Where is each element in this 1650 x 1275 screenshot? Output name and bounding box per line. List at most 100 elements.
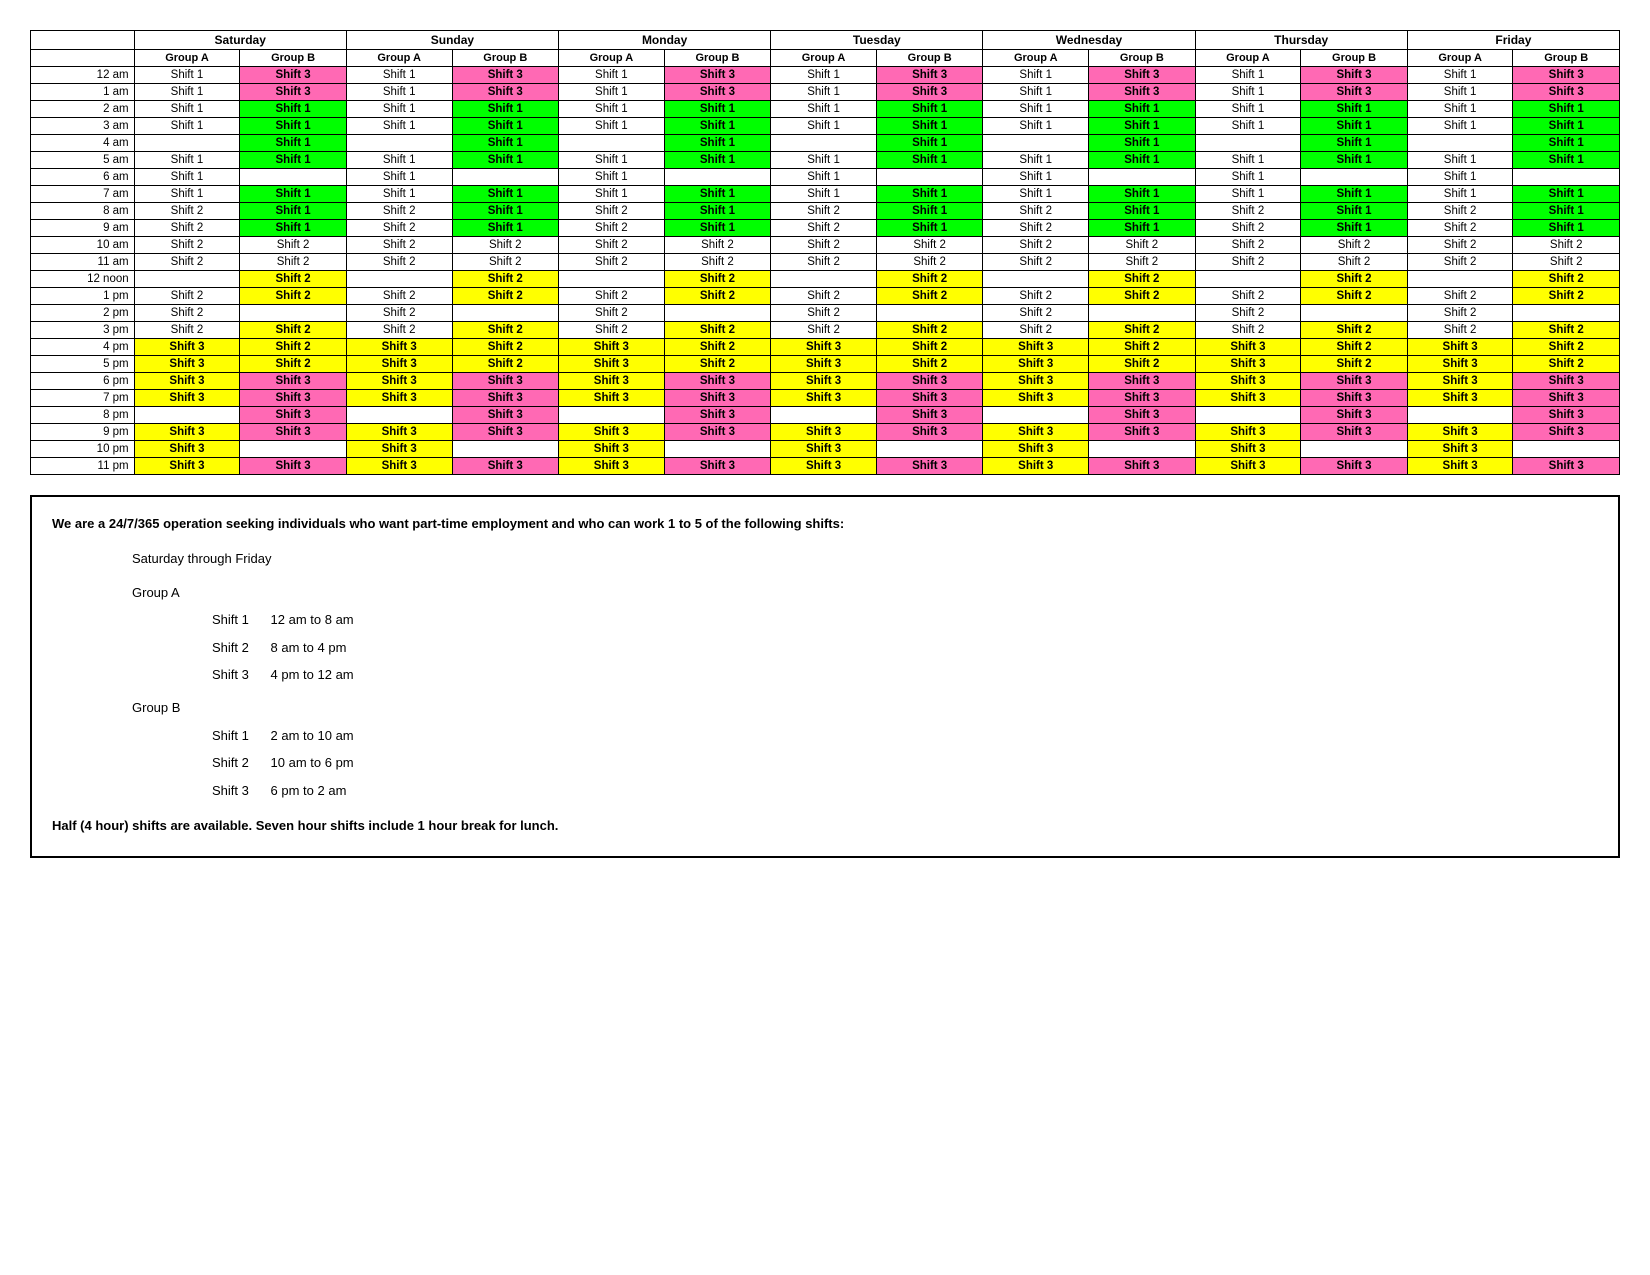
cell: Shift 2 — [240, 356, 347, 373]
info-groupB: Group B — [132, 696, 1598, 719]
cell: Shift 2 — [664, 356, 771, 373]
cell: Shift 3 — [559, 373, 665, 390]
time-9pm: 9 pm — [31, 424, 135, 441]
time-10pm: 10 pm — [31, 441, 135, 458]
time-8am: 8 am — [31, 203, 135, 220]
cell: Shift 1 — [240, 135, 347, 152]
cell: Shift 3 — [134, 356, 240, 373]
cell — [346, 407, 452, 424]
cell: Shift 3 — [1301, 424, 1408, 441]
cell: Shift 3 — [1089, 373, 1196, 390]
cell: Shift 2 — [452, 254, 559, 271]
cell: Shift 3 — [134, 424, 240, 441]
cell: Shift 2 — [559, 322, 665, 339]
cell — [1301, 441, 1408, 458]
cell: Shift 1 — [1407, 152, 1513, 169]
cell: Shift 3 — [876, 407, 983, 424]
cell: Shift 3 — [771, 373, 877, 390]
cell — [1513, 305, 1620, 322]
cell — [1195, 271, 1301, 288]
cell: Shift 1 — [1089, 203, 1196, 220]
cell: Shift 2 — [1301, 271, 1408, 288]
cell: Shift 1 — [559, 84, 665, 101]
cell — [664, 305, 771, 322]
cell: Shift 3 — [876, 84, 983, 101]
empty-subheader — [31, 50, 135, 67]
cell: Shift 3 — [771, 356, 877, 373]
cell: Shift 3 — [240, 373, 347, 390]
cell: Shift 3 — [134, 441, 240, 458]
cell: Shift 2 — [346, 220, 452, 237]
sat-ga: Group A — [134, 50, 240, 67]
cell: Shift 3 — [452, 390, 559, 407]
cell: Shift 1 — [983, 67, 1089, 84]
cell: Shift 3 — [346, 356, 452, 373]
info-shiftA1: Shift 1 12 am to 8 am — [212, 608, 1598, 631]
cell: Shift 3 — [240, 458, 347, 475]
cell: Shift 1 — [771, 101, 877, 118]
table-row: 4 am Shift 1 Shift 1 Shift 1 Shift 1 Shi… — [31, 135, 1620, 152]
cell: Shift 3 — [1195, 356, 1301, 373]
info-line1: We are a 24/7/365 operation seeking indi… — [52, 512, 1598, 535]
cell: Shift 2 — [134, 254, 240, 271]
cell: Shift 3 — [664, 373, 771, 390]
cell: Shift 2 — [559, 254, 665, 271]
cell: Shift 1 — [240, 152, 347, 169]
info-line2: Saturday through Friday — [132, 547, 1598, 570]
table-row: 8 am Shift 2 Shift 1 Shift 2 Shift 1 Shi… — [31, 203, 1620, 220]
cell: Shift 2 — [1089, 237, 1196, 254]
cell: Shift 3 — [983, 458, 1089, 475]
cell: Shift 1 — [876, 118, 983, 135]
cell: Shift 3 — [559, 424, 665, 441]
cell: Shift 2 — [1301, 254, 1408, 271]
cell — [452, 169, 559, 186]
cell: Shift 3 — [1513, 424, 1620, 441]
cell — [876, 305, 983, 322]
table-row: 4 pm Shift 3 Shift 2 Shift 3 Shift 2 Shi… — [31, 339, 1620, 356]
cell: Shift 1 — [1513, 101, 1620, 118]
cell — [1407, 135, 1513, 152]
cell: Shift 1 — [983, 118, 1089, 135]
cell: Shift 3 — [664, 84, 771, 101]
cell: Shift 2 — [983, 203, 1089, 220]
time-3am: 3 am — [31, 118, 135, 135]
cell: Shift 1 — [1195, 67, 1301, 84]
cell: Shift 2 — [876, 356, 983, 373]
cell: Shift 2 — [1195, 305, 1301, 322]
info-box: We are a 24/7/365 operation seeking indi… — [30, 495, 1620, 858]
time-7am: 7 am — [31, 186, 135, 203]
cell: Shift 1 — [983, 84, 1089, 101]
cell: Shift 2 — [983, 288, 1089, 305]
cell: Shift 2 — [346, 203, 452, 220]
cell — [1301, 305, 1408, 322]
cell: Shift 1 — [1513, 118, 1620, 135]
table-row: 9 pm Shift 3 Shift 3 Shift 3 Shift 3 Shi… — [31, 424, 1620, 441]
monday-header: Monday — [559, 31, 771, 50]
cell: Shift 1 — [771, 84, 877, 101]
cell: Shift 2 — [983, 220, 1089, 237]
cell — [983, 135, 1089, 152]
cell: Shift 2 — [1301, 339, 1408, 356]
cell: Shift 3 — [559, 356, 665, 373]
cell: Shift 1 — [664, 186, 771, 203]
time-9am: 9 am — [31, 220, 135, 237]
cell: Shift 2 — [1407, 220, 1513, 237]
time-2pm: 2 pm — [31, 305, 135, 322]
cell: Shift 2 — [771, 220, 877, 237]
cell: Shift 2 — [876, 271, 983, 288]
cell: Shift 2 — [1407, 288, 1513, 305]
cell: Shift 2 — [134, 203, 240, 220]
info-footer: Half (4 hour) shifts are available. Seve… — [52, 814, 1598, 837]
cell: Shift 1 — [452, 203, 559, 220]
cell: Shift 1 — [1301, 220, 1408, 237]
cell: Shift 1 — [1301, 135, 1408, 152]
cell: Shift 3 — [983, 339, 1089, 356]
cell: Shift 2 — [559, 220, 665, 237]
cell: Shift 3 — [1195, 441, 1301, 458]
cell — [134, 271, 240, 288]
cell: Shift 1 — [1195, 84, 1301, 101]
table-row: 3 am Shift 1 Shift 1 Shift 1 Shift 1 Shi… — [31, 118, 1620, 135]
cell: Shift 3 — [876, 390, 983, 407]
info-shiftA2: Shift 2 8 am to 4 pm — [212, 636, 1598, 659]
cell: Shift 1 — [771, 118, 877, 135]
